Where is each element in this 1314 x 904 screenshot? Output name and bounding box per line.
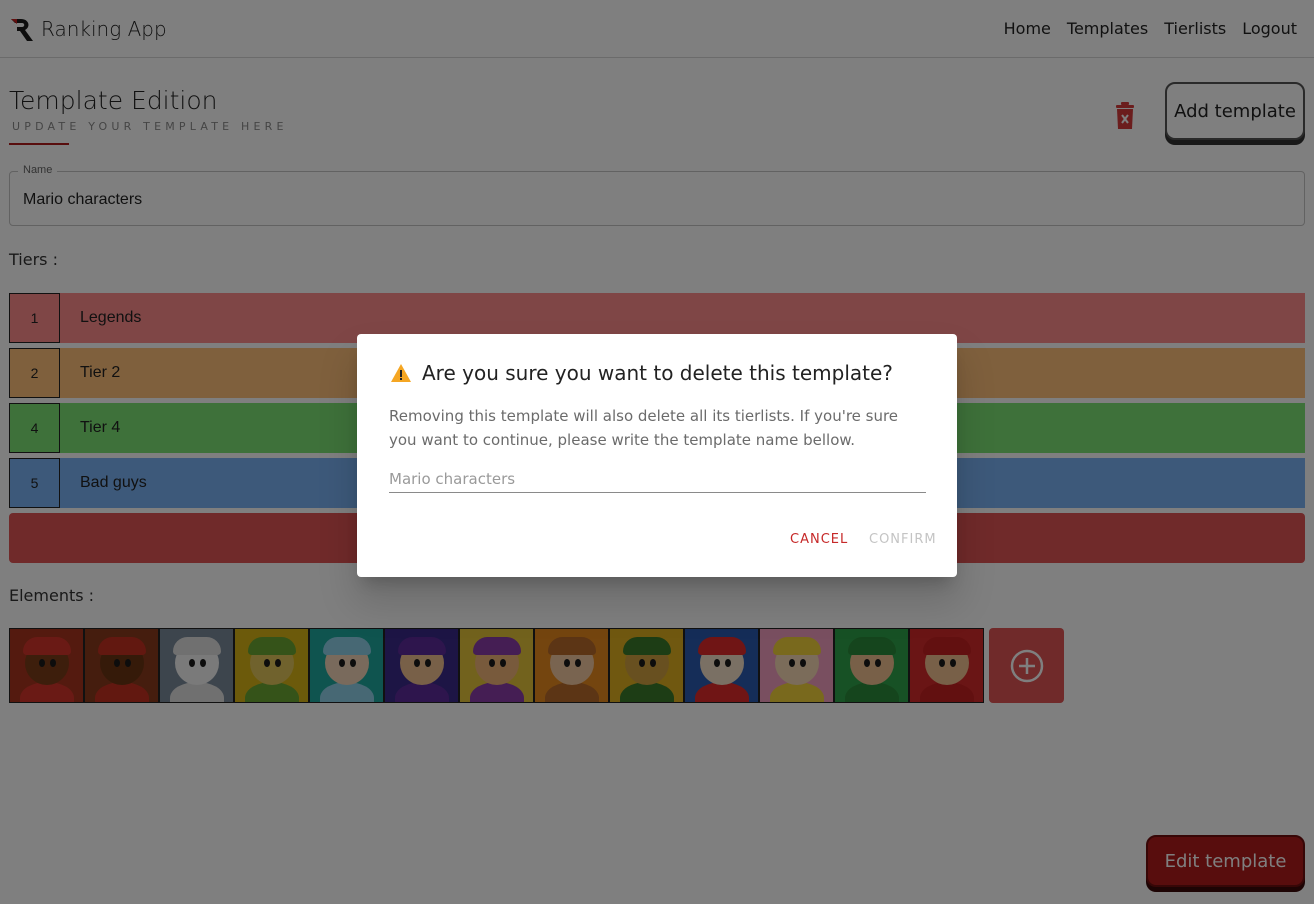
confirm-button[interactable]: CONFIRM	[869, 532, 937, 547]
delete-dialog: Are you sure you want to delete this tem…	[357, 334, 957, 577]
cancel-button[interactable]: CANCEL	[790, 532, 848, 547]
dialog-header: Are you sure you want to delete this tem…	[390, 361, 893, 385]
warning-icon	[391, 364, 411, 382]
dialog-text: Removing this template will also delete …	[389, 407, 899, 449]
dialog-title: Are you sure you want to delete this tem…	[422, 361, 893, 385]
confirm-name-input[interactable]	[389, 465, 926, 493]
